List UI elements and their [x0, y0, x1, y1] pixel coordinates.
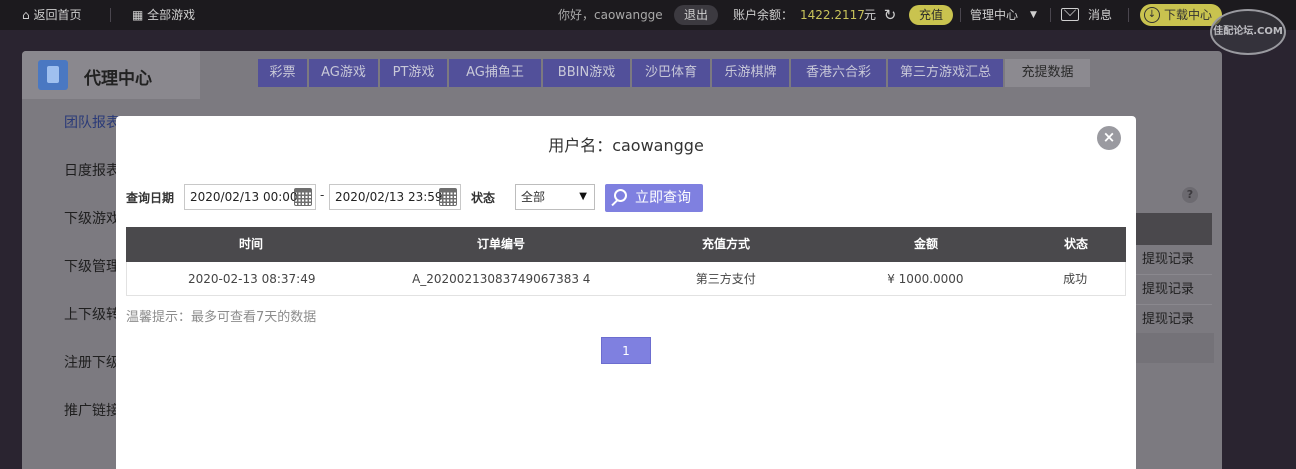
all-games-label: 全部游戏 — [147, 8, 196, 22]
withdraw-record-link[interactable]: 提现记录 — [1132, 305, 1212, 335]
dropdown-arrow-icon: ▼ — [579, 191, 587, 202]
tab-ag-games[interactable]: AG游戏 — [309, 59, 378, 87]
cell-time: 2020-02-13 08:37:49 — [188, 272, 316, 286]
tab-third-party-summary[interactable]: 第三方游戏汇总 — [888, 59, 1003, 87]
watermark-text: 佳配论坛.COM — [1213, 26, 1283, 37]
column-header-amount: 金额 — [913, 237, 938, 251]
divider — [110, 8, 111, 22]
end-date-value: 2020/02/13 23:59 — [335, 190, 443, 204]
calendar-icon[interactable] — [439, 188, 457, 206]
search-icon — [614, 189, 627, 202]
balance-label: 账户余额： — [733, 8, 794, 22]
download-label: 下载中心 — [1164, 8, 1213, 22]
divider — [1128, 8, 1129, 22]
start-date-value: 2020/02/13 00:00 — [190, 190, 298, 204]
column-header-order-no: 订单编号 — [476, 237, 525, 251]
background-footer — [1132, 333, 1214, 363]
column-header-time: 时间 — [238, 237, 263, 251]
records-table: 时间 订单编号 充值方式 金额 状态 2020-02-13 08:37:49 A… — [126, 227, 1126, 296]
withdraw-record-link[interactable]: 提现记录 — [1132, 245, 1212, 275]
tab-leyou-chess[interactable]: 乐游棋牌 — [712, 59, 789, 87]
column-header-method: 充值方式 — [701, 237, 750, 251]
home-icon: ⌂ — [22, 8, 30, 22]
tab-hk-mark-six[interactable]: 香港六合彩 — [791, 59, 886, 87]
date-separator: - — [320, 188, 325, 202]
top-bar: ⌂ 返回首页 ▦ 全部游戏 你好，caowangge 退出 账户余额： 1422… — [0, 0, 1296, 30]
chevron-down-icon[interactable]: ▼ — [1030, 0, 1037, 30]
cell-method: 第三方支付 — [695, 272, 756, 286]
end-date-input[interactable]: 2020/02/13 23:59 — [329, 184, 461, 210]
help-icon[interactable]: ? — [1182, 187, 1198, 203]
mail-icon[interactable] — [1061, 8, 1079, 21]
table-header: 时间 订单编号 充值方式 金额 状态 — [126, 227, 1126, 262]
divider — [960, 8, 961, 22]
logout-button[interactable]: 退出 — [674, 5, 719, 25]
agent-badge-icon — [38, 60, 68, 90]
close-icon[interactable]: × — [1097, 126, 1121, 150]
withdraw-record-link[interactable]: 提现记录 — [1132, 275, 1212, 305]
sidebar-header: 代理中心 — [22, 51, 200, 99]
recharge-button[interactable]: 充值 — [909, 5, 954, 25]
background-table: 提现记录 提现记录 提现记录 — [1132, 213, 1212, 335]
table-header — [1132, 213, 1212, 245]
home-link[interactable]: ⌂ 返回首页 — [22, 0, 81, 30]
tab-saba-sports[interactable]: 沙巴体育 — [632, 59, 710, 87]
watermark-stamp: 佳配论坛.COM — [1210, 9, 1286, 55]
home-label: 返回首页 — [33, 8, 82, 22]
calendar-icon[interactable] — [294, 188, 312, 206]
pagination-page-1[interactable]: 1 — [601, 337, 651, 364]
cell-status: 成功 — [1063, 272, 1088, 286]
greeting-text: 你好，caowangge — [558, 8, 663, 22]
grid-icon: ▦ — [132, 8, 144, 22]
start-date-input[interactable]: 2020/02/13 00:00 — [184, 184, 316, 210]
date-label: 查询日期 — [126, 191, 175, 205]
status-select[interactable]: 全部 ▼ — [515, 184, 595, 210]
tab-lottery[interactable]: 彩票 — [258, 59, 307, 87]
tab-deposit-withdraw-data[interactable]: 充提数据 — [1005, 59, 1090, 87]
query-button-label: 立即查询 — [635, 190, 691, 206]
column-header-status: 状态 — [1063, 237, 1088, 251]
balance-unit: 元 — [864, 8, 877, 22]
deposit-records-modal: 用户名：caowangge × 查询日期 2020/02/13 00:00 - … — [116, 116, 1136, 469]
modal-title: 用户名：caowangge — [548, 136, 704, 155]
divider — [1050, 8, 1051, 22]
refresh-icon[interactable]: ↻ — [882, 0, 898, 30]
management-center-menu[interactable]: 管理中心 — [970, 0, 1018, 30]
tab-ag-fishing[interactable]: AG捕鱼王 — [449, 59, 541, 87]
status-label: 状态 — [471, 191, 496, 205]
download-icon: ↓ — [1144, 7, 1160, 23]
table-row: 2020-02-13 08:37:49 A_202002130837490673… — [126, 262, 1126, 296]
query-button[interactable]: 立即查询 — [605, 184, 703, 212]
cell-order-no: A_20200213083749067383 4 — [412, 272, 591, 286]
status-selected-value: 全部 — [521, 190, 546, 204]
cell-amount: ¥ 1000.0000 — [887, 272, 964, 286]
sidebar-title: 代理中心 — [84, 69, 152, 89]
messages-link[interactable]: 消息 — [1088, 0, 1112, 30]
download-center-button[interactable]: ↓ 下载中心 — [1140, 4, 1222, 26]
balance-value: 1422.2117 — [800, 8, 865, 22]
all-games-link[interactable]: ▦ 全部游戏 — [132, 0, 195, 30]
tab-bbin-games[interactable]: BBIN游戏 — [543, 59, 630, 87]
tab-pt-games[interactable]: PT游戏 — [380, 59, 447, 87]
hint-text: 温馨提示：最多可查看7天的数据 — [126, 310, 317, 325]
